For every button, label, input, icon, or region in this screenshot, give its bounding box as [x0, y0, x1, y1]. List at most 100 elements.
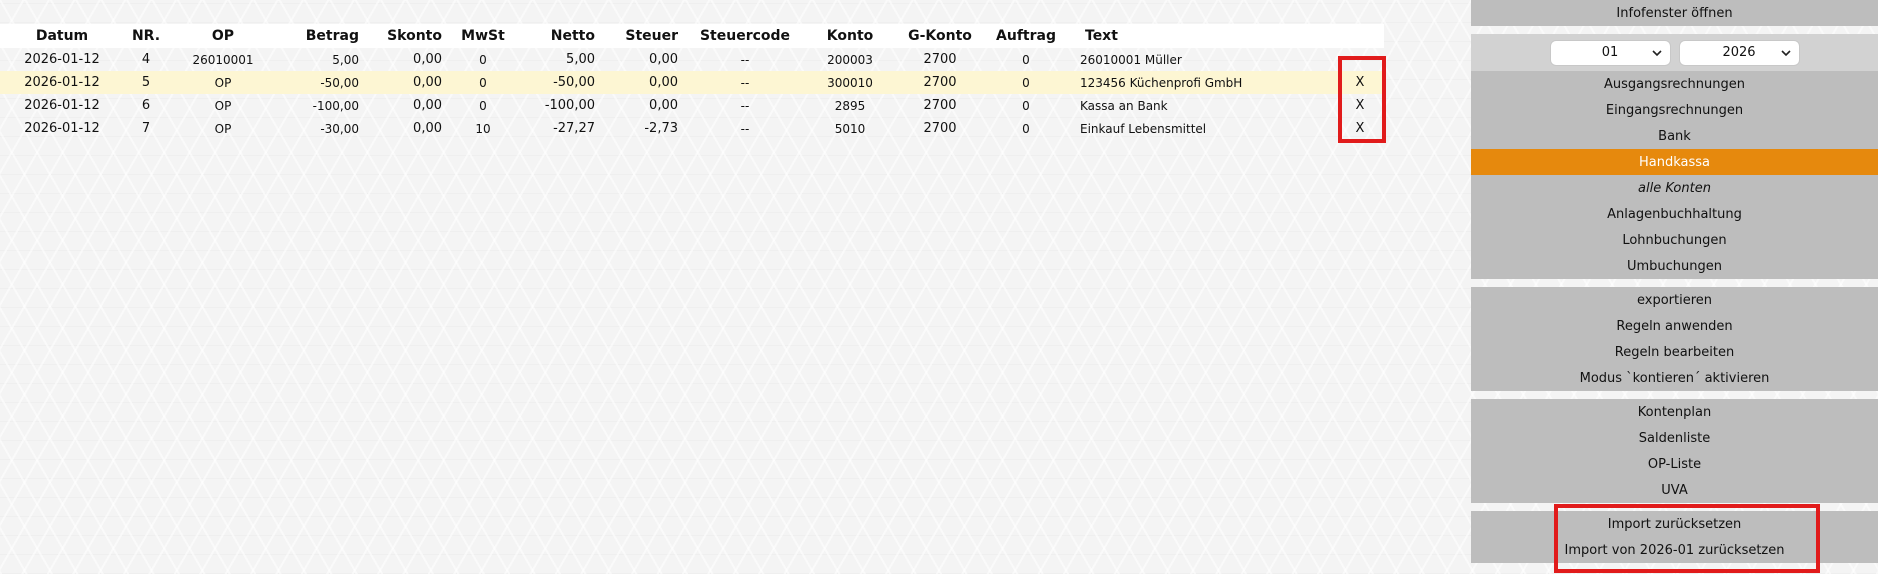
month-select[interactable]: 01 [1549, 39, 1671, 66]
cell-steuer: 0,00 [649, 52, 678, 67]
nav-bank[interactable]: Bank [1471, 123, 1878, 149]
sidebar: Infofenster öffnen 01 2026 Ausgangsrechn… [1471, 0, 1878, 563]
col-konto[interactable]: Konto [810, 24, 890, 48]
cell-mwst: 10 [475, 121, 491, 136]
info-window-button[interactable]: Infofenster öffnen [1471, 0, 1878, 26]
cell-datum: 2026-01-12 [24, 121, 100, 136]
cell-steuercode: -- [740, 121, 750, 136]
cell-gkonto: 2700 [923, 98, 957, 113]
col-betrag[interactable]: Betrag [280, 24, 359, 48]
apply-rules-button[interactable]: Regeln anwenden [1471, 313, 1878, 339]
cell-text: 26010001 Müller [1080, 52, 1182, 67]
cell-nr: 4 [141, 52, 151, 67]
chevron-down-icon [1651, 49, 1662, 56]
import-group: Import zurücksetzen Import von 2026-01 z… [1471, 511, 1878, 563]
col-nr[interactable]: NR. [126, 24, 166, 48]
cell-op: OP [214, 121, 232, 136]
year-select-value: 2026 [1722, 45, 1756, 60]
reports-group: Kontenplan Saldenliste OP-Liste UVA [1471, 399, 1878, 503]
cell-skonto: 0,00 [413, 52, 442, 67]
op-liste-link[interactable]: OP-Liste [1471, 451, 1878, 477]
cell-datum: 2026-01-12 [24, 98, 100, 113]
cell-datum: 2026-01-12 [24, 75, 100, 90]
cell-text: Kassa an Bank [1080, 98, 1168, 113]
activate-kontieren-mode-button[interactable]: Modus `kontieren´ aktivieren [1471, 365, 1878, 391]
col-mwst[interactable]: MwSt [452, 24, 514, 48]
cell-op: 26010001 [192, 52, 254, 67]
cell-betrag: 5,00 [332, 52, 359, 67]
cell-nr: 7 [141, 121, 151, 136]
cell-text: 123456 Küchenprofi GmbH [1080, 75, 1243, 90]
reset-import-button[interactable]: Import zurücksetzen [1471, 511, 1878, 537]
export-button[interactable]: exportieren [1471, 287, 1878, 313]
cell-steuercode: -- [740, 98, 750, 113]
year-select[interactable]: 2026 [1678, 39, 1800, 66]
cell-op: OP [214, 75, 232, 90]
cell-betrag: -30,00 [320, 121, 359, 136]
cell-nr: 5 [141, 75, 151, 90]
kontenplan-link[interactable]: Kontenplan [1471, 399, 1878, 425]
table-row[interactable]: 2026-01-12 6 OP -100,00 0,00 0 -100,00 0… [0, 94, 1384, 117]
nav-alle-konten[interactable]: alle Konten [1471, 175, 1878, 201]
cell-nr: 6 [141, 98, 151, 113]
cell-mwst: 0 [479, 75, 487, 90]
delete-row-button[interactable]: X [1340, 117, 1380, 140]
reset-import-period-button[interactable]: Import von 2026-01 zurücksetzen [1471, 537, 1878, 563]
col-text[interactable]: Text [1085, 24, 1335, 48]
cell-gkonto: 2700 [923, 52, 957, 67]
cell-auftrag: 0 [1022, 98, 1030, 113]
info-group: Infofenster öffnen [1471, 0, 1878, 26]
nav-ausgangsrechnungen[interactable]: Ausgangsrechnungen [1471, 71, 1878, 97]
cell-gkonto: 2700 [923, 121, 957, 136]
cell-op: OP [214, 98, 232, 113]
delete-row-button[interactable]: X [1340, 94, 1380, 117]
nav-eingangsrechnungen[interactable]: Eingangsrechnungen [1471, 97, 1878, 123]
nav-anlagenbuchhaltung[interactable]: Anlagenbuchhaltung [1471, 201, 1878, 227]
cell-betrag: -50,00 [320, 75, 359, 90]
cell-konto: 5010 [834, 121, 866, 136]
actions-group: exportieren Regeln anwenden Regeln bearb… [1471, 287, 1878, 391]
cell-konto: 300010 [827, 75, 873, 90]
col-steuercode[interactable]: Steuercode [700, 24, 790, 48]
col-datum[interactable]: Datum [24, 24, 100, 48]
nav-group: 01 2026 Ausgangsrechnungen Eingangsrechn… [1471, 34, 1878, 279]
nav-umbuchungen[interactable]: Umbuchungen [1471, 253, 1878, 279]
table-row[interactable]: 2026-01-12 5 OP -50,00 0,00 0 -50,00 0,0… [0, 71, 1384, 94]
cell-konto: 200003 [827, 52, 873, 67]
uva-link[interactable]: UVA [1471, 477, 1878, 503]
cell-skonto: 0,00 [413, 121, 442, 136]
col-auftrag[interactable]: Auftrag [996, 24, 1056, 48]
col-op[interactable]: OP [185, 24, 261, 48]
col-skonto[interactable]: Skonto [370, 24, 442, 48]
cell-steuercode: -- [740, 52, 750, 67]
cell-text: Einkauf Lebensmittel [1080, 121, 1207, 136]
cell-konto: 2895 [834, 98, 866, 113]
table-header: Datum NR. OP Betrag Skonto MwSt Netto St… [0, 24, 1384, 48]
cell-netto: -27,27 [553, 121, 595, 136]
cell-auftrag: 0 [1022, 121, 1030, 136]
cell-mwst: 0 [479, 98, 487, 113]
separator [1471, 279, 1878, 287]
cell-steuer: 0,00 [649, 98, 678, 113]
month-select-value: 01 [1601, 45, 1619, 60]
table-row[interactable]: 2026-01-12 7 OP -30,00 0,00 10 -27,27 -2… [0, 117, 1384, 140]
cell-auftrag: 0 [1022, 75, 1030, 90]
cell-netto: -50,00 [553, 75, 595, 90]
cell-auftrag: 0 [1022, 52, 1030, 67]
col-steuer[interactable]: Steuer [608, 24, 678, 48]
cell-steuercode: -- [740, 75, 750, 90]
period-selects: 01 2026 [1471, 34, 1878, 71]
table-row[interactable]: 2026-01-12 4 26010001 5,00 0,00 0 5,00 0… [0, 48, 1384, 71]
cell-steuer: -2,73 [644, 121, 678, 136]
edit-rules-button[interactable]: Regeln bearbeiten [1471, 339, 1878, 365]
col-netto[interactable]: Netto [525, 24, 595, 48]
cell-mwst: 0 [479, 52, 487, 67]
cell-gkonto: 2700 [923, 75, 957, 90]
nav-lohnbuchungen[interactable]: Lohnbuchungen [1471, 227, 1878, 253]
nav-handkassa[interactable]: Handkassa [1471, 149, 1878, 175]
delete-row-button[interactable]: X [1340, 71, 1380, 94]
cell-steuer: 0,00 [649, 75, 678, 90]
saldenliste-link[interactable]: Saldenliste [1471, 425, 1878, 451]
col-gkonto[interactable]: G-Konto [900, 24, 980, 48]
bookings-table: Datum NR. OP Betrag Skonto MwSt Netto St… [0, 24, 1384, 140]
